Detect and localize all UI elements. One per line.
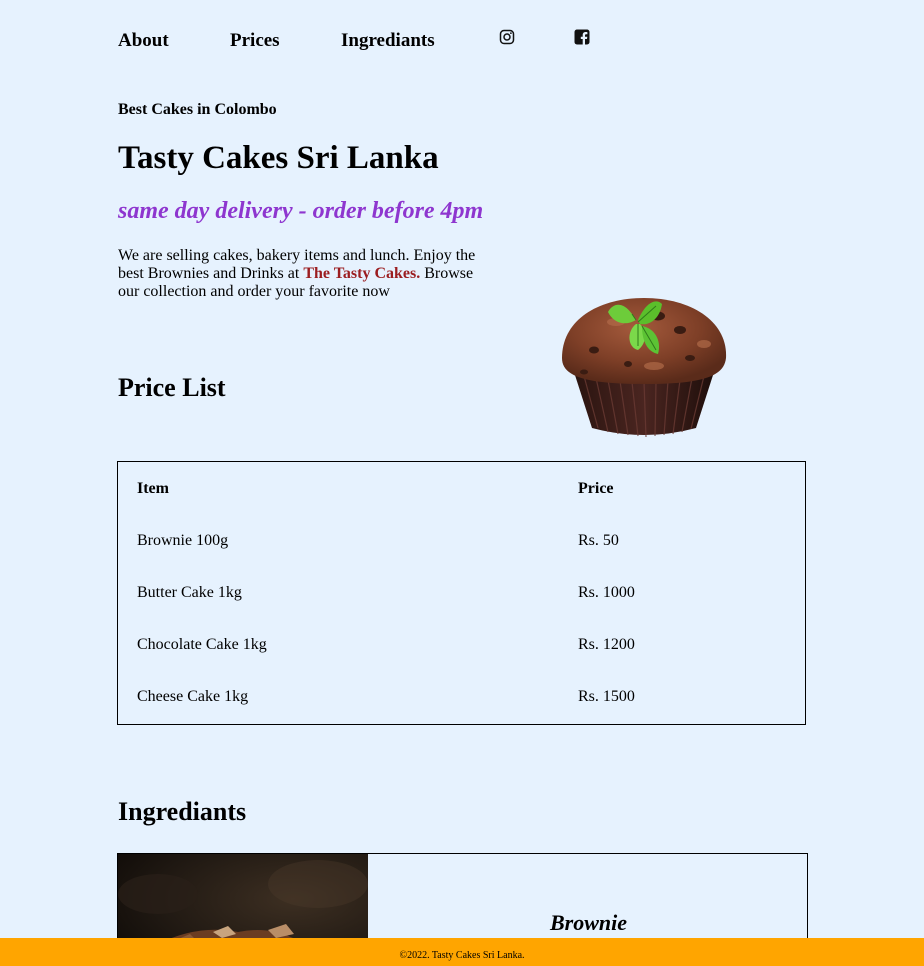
price-table: Item Price Brownie 100g Rs. 50 Butter Ca… xyxy=(117,461,806,725)
table-row: Butter Cake 1kg Rs. 1000 xyxy=(118,566,805,618)
item-cell: Brownie 100g xyxy=(137,532,229,549)
item-cell: Cheese Cake 1kg xyxy=(137,688,249,705)
nav-link-ingredients[interactable]: Ingrediants xyxy=(341,30,435,52)
delivery-tagline: same day delivery - order before 4pm xyxy=(118,198,484,224)
column-header-item: Item xyxy=(137,480,169,497)
nav-link-about[interactable]: About xyxy=(118,30,169,52)
item-cell: Butter Cake 1kg xyxy=(137,584,242,601)
footer-copyright: ©2022. Tasty Cakes Sri Lanka. xyxy=(399,950,525,961)
column-header-price: Price xyxy=(578,480,614,497)
price-cell: Rs. 1200 xyxy=(578,636,635,653)
top-nav: About Prices Ingrediants xyxy=(118,28,638,54)
page-title: Tasty Cakes Sri Lanka xyxy=(118,140,439,176)
cupcake-image xyxy=(562,298,727,438)
brand-name: The Tasty Cakes. xyxy=(303,265,421,282)
ingredient-name: Brownie xyxy=(550,910,628,935)
facebook-icon[interactable] xyxy=(574,29,590,45)
item-cell: Chocolate Cake 1kg xyxy=(137,636,267,653)
nav-link-prices[interactable]: Prices xyxy=(230,30,280,52)
intro-paragraph: We are selling cakes, bakery items and l… xyxy=(118,247,488,301)
table-row: Cheese Cake 1kg Rs. 1500 xyxy=(118,670,805,722)
intro-text-start: We are selling cakes, bakery items and l… xyxy=(118,247,476,282)
price-cell: Rs. 1500 xyxy=(578,688,635,705)
instagram-icon[interactable] xyxy=(499,29,515,45)
price-list-heading: Price List xyxy=(118,373,226,402)
price-cell: Rs. 50 xyxy=(578,532,619,549)
price-cell: Rs. 1000 xyxy=(578,584,635,601)
ingredients-heading: Ingrediants xyxy=(118,797,247,826)
table-header-row: Item Price xyxy=(118,462,805,514)
footer: ©2022. Tasty Cakes Sri Lanka. xyxy=(0,938,924,966)
table-row: Chocolate Cake 1kg Rs. 1200 xyxy=(118,618,805,670)
hero-kicker: Best Cakes in Colombo xyxy=(118,101,277,118)
page: About Prices Ingrediants Best Cakes in C… xyxy=(0,0,924,966)
table-row: Brownie 100g Rs. 50 xyxy=(118,514,805,566)
